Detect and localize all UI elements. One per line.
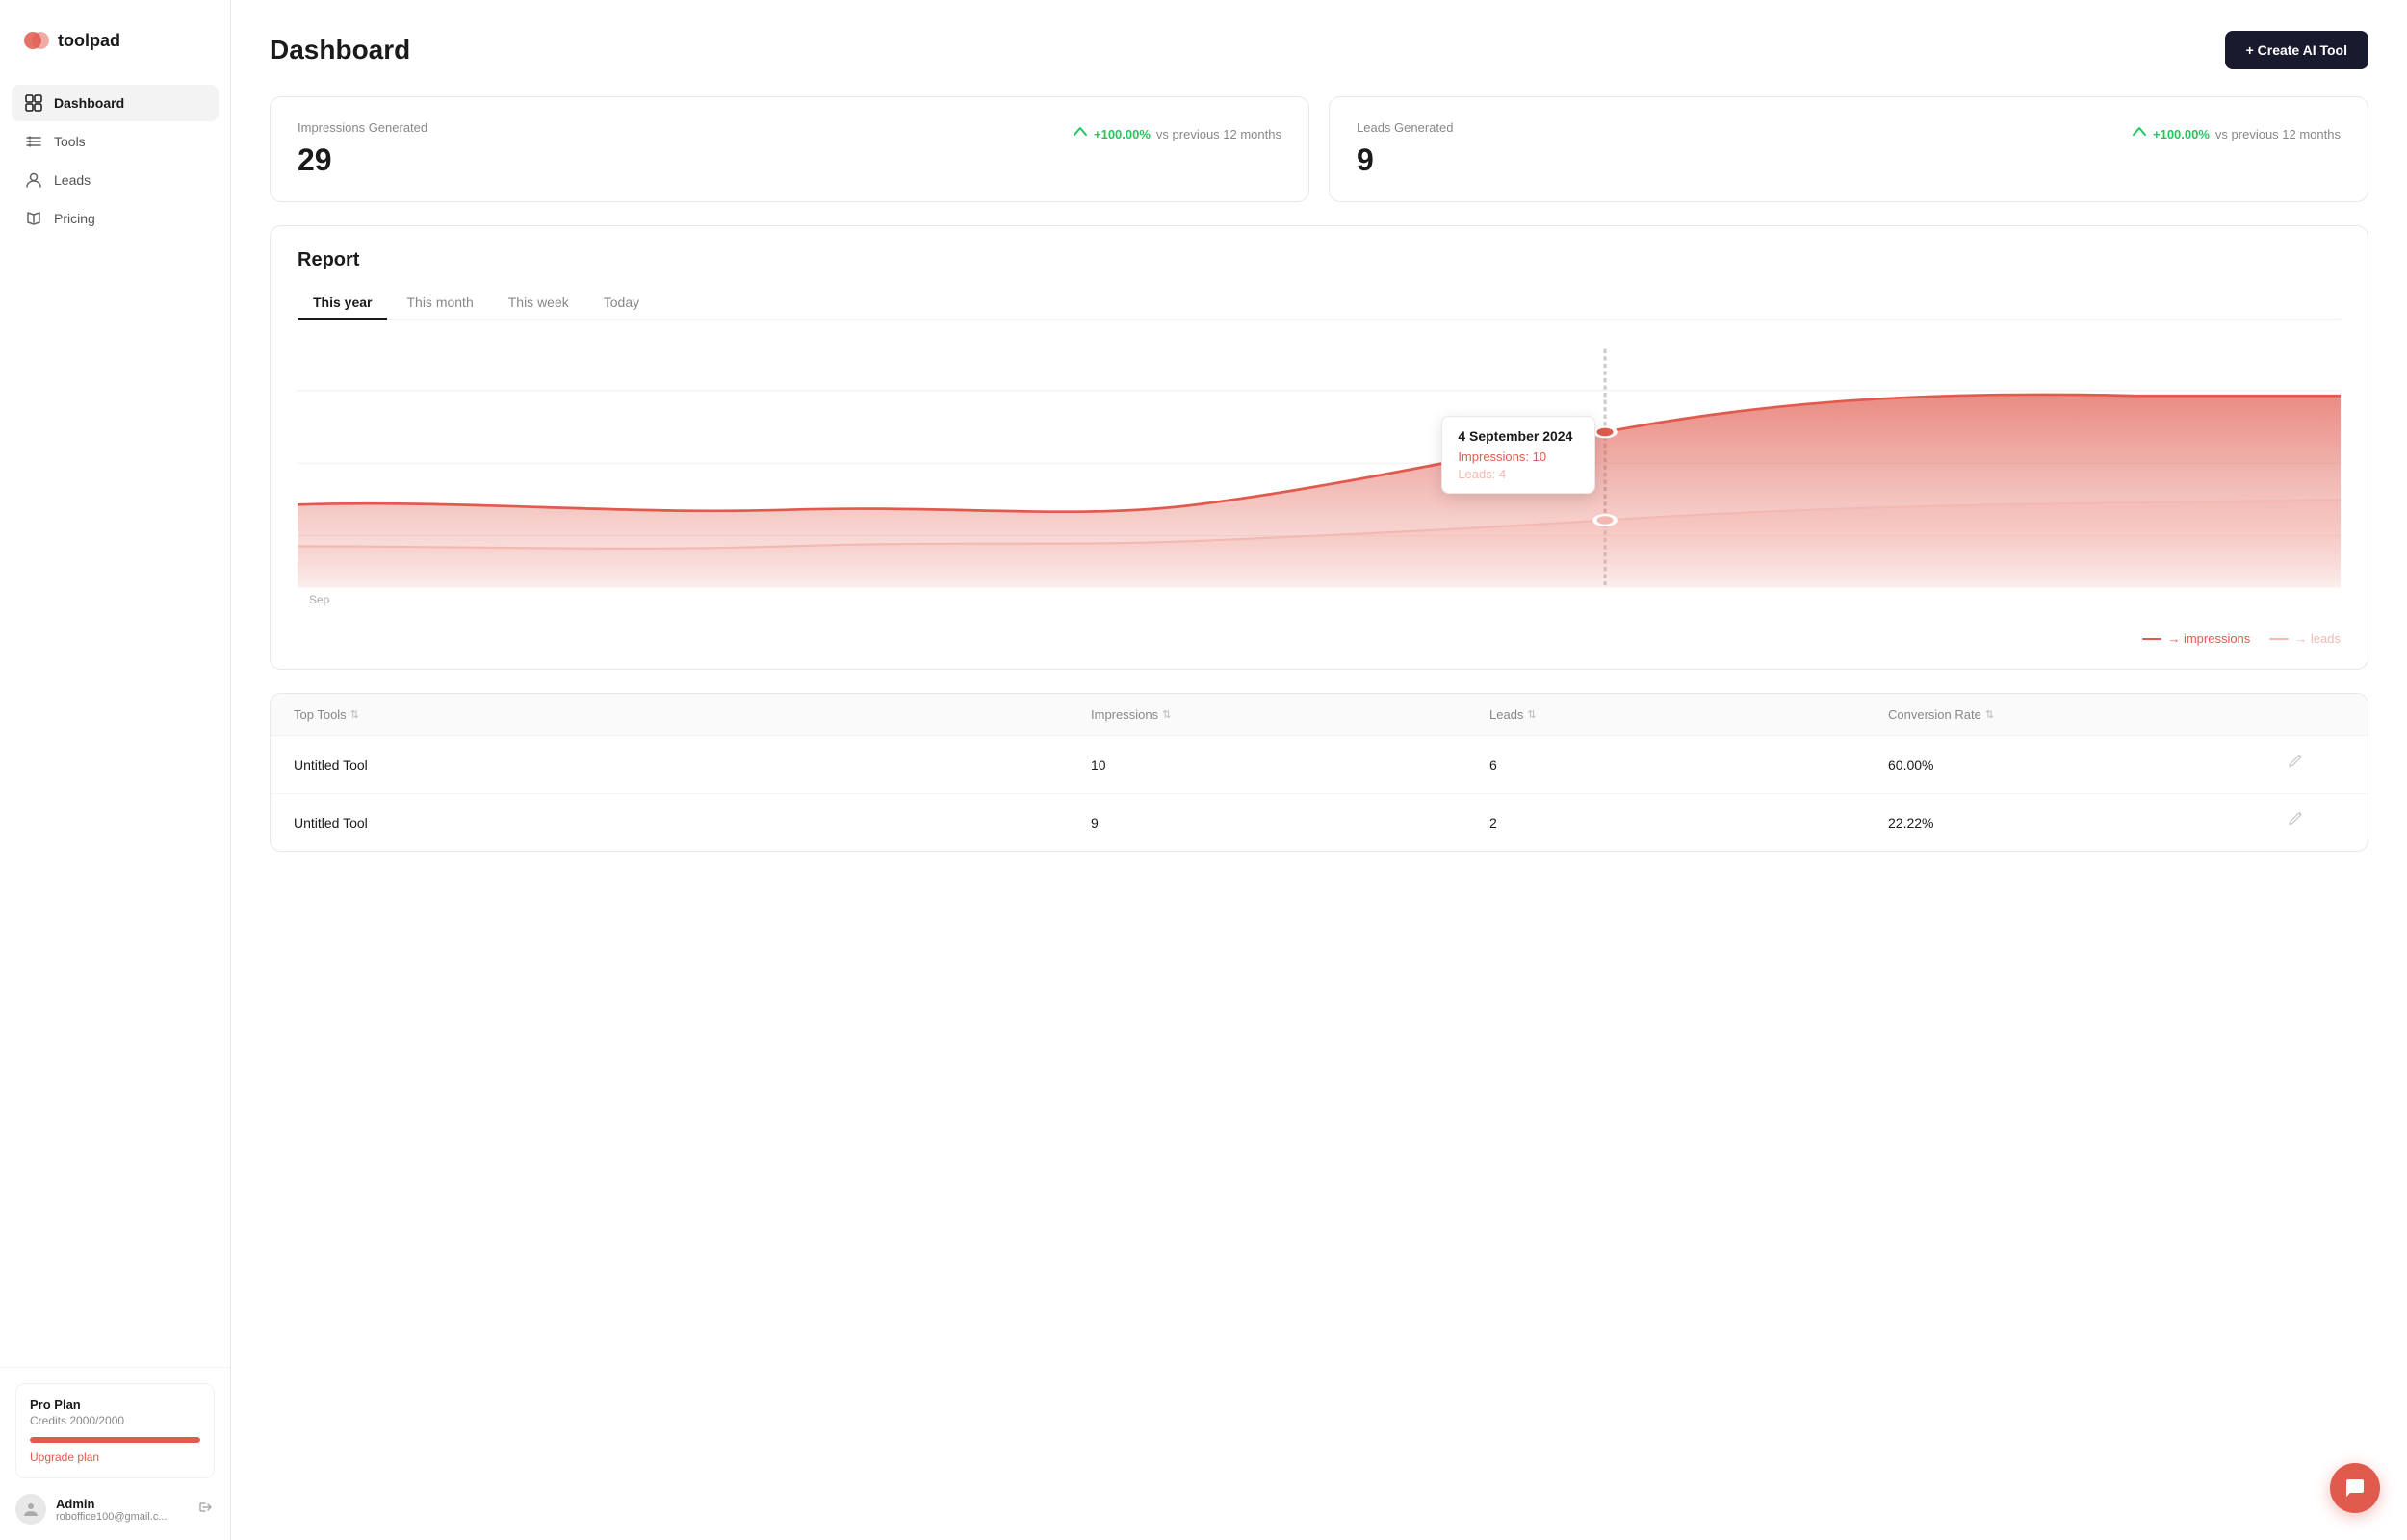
user-info: Admin roboffice100@gmail.c... xyxy=(56,1497,188,1523)
edit-icon-row1[interactable] xyxy=(2287,758,2304,775)
table-row: Untitled Tool 9 2 22.22% xyxy=(271,794,2368,851)
report-title: Report xyxy=(298,249,2341,271)
col-header-leads[interactable]: Leads ⇅ xyxy=(1489,707,1888,722)
legend-leads-line xyxy=(2269,638,2289,640)
row2-name: Untitled Tool xyxy=(294,815,1091,831)
row2-edit[interactable] xyxy=(2287,811,2344,834)
col-header-conversion[interactable]: Conversion Rate ⇅ xyxy=(1888,707,2287,722)
chart-container: 4 September 2024 Impressions: 10 Leads: … xyxy=(298,339,2341,608)
sidebar-item-leads[interactable]: Leads xyxy=(12,162,219,198)
row1-name: Untitled Tool xyxy=(294,757,1091,773)
sort-icon-tools: ⇅ xyxy=(350,708,359,721)
main-header: Dashboard + Create AI Tool xyxy=(270,31,2368,69)
sidebar-nav: Dashboard Tools Leads xyxy=(0,77,230,1367)
sidebar-item-tools[interactable]: Tools xyxy=(12,123,219,160)
pricing-icon xyxy=(25,210,42,227)
sort-icon-conversion: ⇅ xyxy=(1985,708,1994,721)
plan-credits: Credits 2000/2000 xyxy=(30,1414,200,1427)
sidebar-item-dashboard[interactable]: Dashboard xyxy=(12,85,219,121)
legend-leads-label: → leads xyxy=(2294,631,2341,646)
tab-this-month[interactable]: This month xyxy=(391,287,488,320)
logo-text: toolpad xyxy=(58,31,120,51)
table-section: Top Tools ⇅ Impressions ⇅ Leads ⇅ Conver… xyxy=(270,693,2368,852)
dashboard-icon xyxy=(25,94,42,112)
upgrade-plan-link[interactable]: Upgrade plan xyxy=(30,1450,200,1464)
impressions-card: Impressions Generated 29 +100.00% vs pre… xyxy=(270,96,1309,202)
page-title: Dashboard xyxy=(270,35,410,65)
table-header: Top Tools ⇅ Impressions ⇅ Leads ⇅ Conver… xyxy=(271,694,2368,736)
chart-x-label: Sep xyxy=(309,593,329,606)
row2-leads: 2 xyxy=(1489,815,1888,831)
plan-name: Pro Plan xyxy=(30,1398,200,1412)
report-card: Report This year This month This week To… xyxy=(270,225,2368,670)
row2-conversion: 22.22% xyxy=(1888,815,2287,831)
chart-tooltip: 4 September 2024 Impressions: 10 Leads: … xyxy=(1441,416,1595,494)
leads-label: Leads Generated xyxy=(1357,120,1453,135)
table-row: Untitled Tool 10 6 60.00% xyxy=(271,736,2368,794)
sort-icon-impressions: ⇅ xyxy=(1162,708,1171,721)
sidebar-footer: Pro Plan Credits 2000/2000 Upgrade plan … xyxy=(0,1367,230,1540)
plan-progress-bar xyxy=(30,1437,200,1443)
row1-conversion: 60.00% xyxy=(1888,757,2287,773)
report-tabs: This year This month This week Today xyxy=(298,287,2341,320)
tooltip-date: 4 September 2024 xyxy=(1458,428,1579,444)
chart-svg xyxy=(298,339,2341,608)
user-name: Admin xyxy=(56,1497,188,1511)
chart-legend: → impressions → leads xyxy=(298,624,2341,646)
col-header-impressions[interactable]: Impressions ⇅ xyxy=(1091,707,1489,722)
logout-icon[interactable] xyxy=(197,1499,215,1521)
legend-leads: → leads xyxy=(2269,631,2341,646)
user-avatar xyxy=(15,1494,46,1525)
tab-this-year[interactable]: This year xyxy=(298,287,387,320)
sidebar-item-pricing-label: Pricing xyxy=(54,211,95,226)
leads-change-pct: +100.00% xyxy=(2153,127,2210,141)
sidebar-item-leads-label: Leads xyxy=(54,172,91,188)
user-email: roboffice100@gmail.c... xyxy=(56,1511,188,1523)
row1-edit[interactable] xyxy=(2287,754,2344,776)
legend-impressions-label: → impressions xyxy=(2167,631,2250,646)
leads-value: 9 xyxy=(1357,142,1453,178)
sidebar-item-pricing[interactable]: Pricing xyxy=(12,200,219,237)
leads-up-icon xyxy=(2132,124,2147,144)
leads-change: +100.00% vs previous 12 months xyxy=(2132,124,2341,144)
tools-icon xyxy=(25,133,42,150)
sidebar-item-tools-label: Tools xyxy=(54,134,86,149)
sidebar: toolpad Dashboard xyxy=(0,0,231,1540)
logo-icon xyxy=(23,27,50,54)
legend-impressions-line xyxy=(2142,638,2161,640)
create-ai-tool-button[interactable]: + Create AI Tool xyxy=(2225,31,2368,69)
col-header-top-tools[interactable]: Top Tools ⇅ xyxy=(294,707,1091,722)
logo: toolpad xyxy=(0,0,230,77)
legend-impressions: → impressions xyxy=(2142,631,2250,646)
impressions-value: 29 xyxy=(298,142,427,178)
main-content: Dashboard + Create AI Tool Impressions G… xyxy=(231,0,2407,1540)
leads-change-label: vs previous 12 months xyxy=(2215,127,2341,141)
col-header-actions xyxy=(2287,707,2344,722)
impressions-change: +100.00% vs previous 12 months xyxy=(1073,124,1281,144)
leads-icon xyxy=(25,171,42,189)
plan-progress-bar-container xyxy=(30,1437,200,1443)
edit-icon-row2[interactable] xyxy=(2287,816,2304,833)
sort-icon-leads: ⇅ xyxy=(1527,708,1536,721)
chat-bubble[interactable] xyxy=(2330,1463,2380,1513)
impressions-change-pct: +100.00% xyxy=(1094,127,1151,141)
impressions-label: Impressions Generated xyxy=(298,120,427,135)
impressions-up-icon xyxy=(1073,124,1088,144)
tab-this-week[interactable]: This week xyxy=(493,287,584,320)
tooltip-impressions: Impressions: 10 xyxy=(1458,449,1579,464)
sidebar-item-dashboard-label: Dashboard xyxy=(54,95,124,111)
impressions-change-label: vs previous 12 months xyxy=(1156,127,1281,141)
row1-leads: 6 xyxy=(1489,757,1888,773)
plan-box: Pro Plan Credits 2000/2000 Upgrade plan xyxy=(15,1383,215,1478)
leads-card: Leads Generated 9 +100.00% vs previous 1… xyxy=(1329,96,2368,202)
tooltip-leads: Leads: 4 xyxy=(1458,467,1579,481)
row1-impressions: 10 xyxy=(1091,757,1489,773)
tab-today[interactable]: Today xyxy=(588,287,655,320)
row2-impressions: 9 xyxy=(1091,815,1489,831)
stats-row: Impressions Generated 29 +100.00% vs pre… xyxy=(270,96,2368,202)
user-row: Admin roboffice100@gmail.c... xyxy=(15,1494,215,1525)
